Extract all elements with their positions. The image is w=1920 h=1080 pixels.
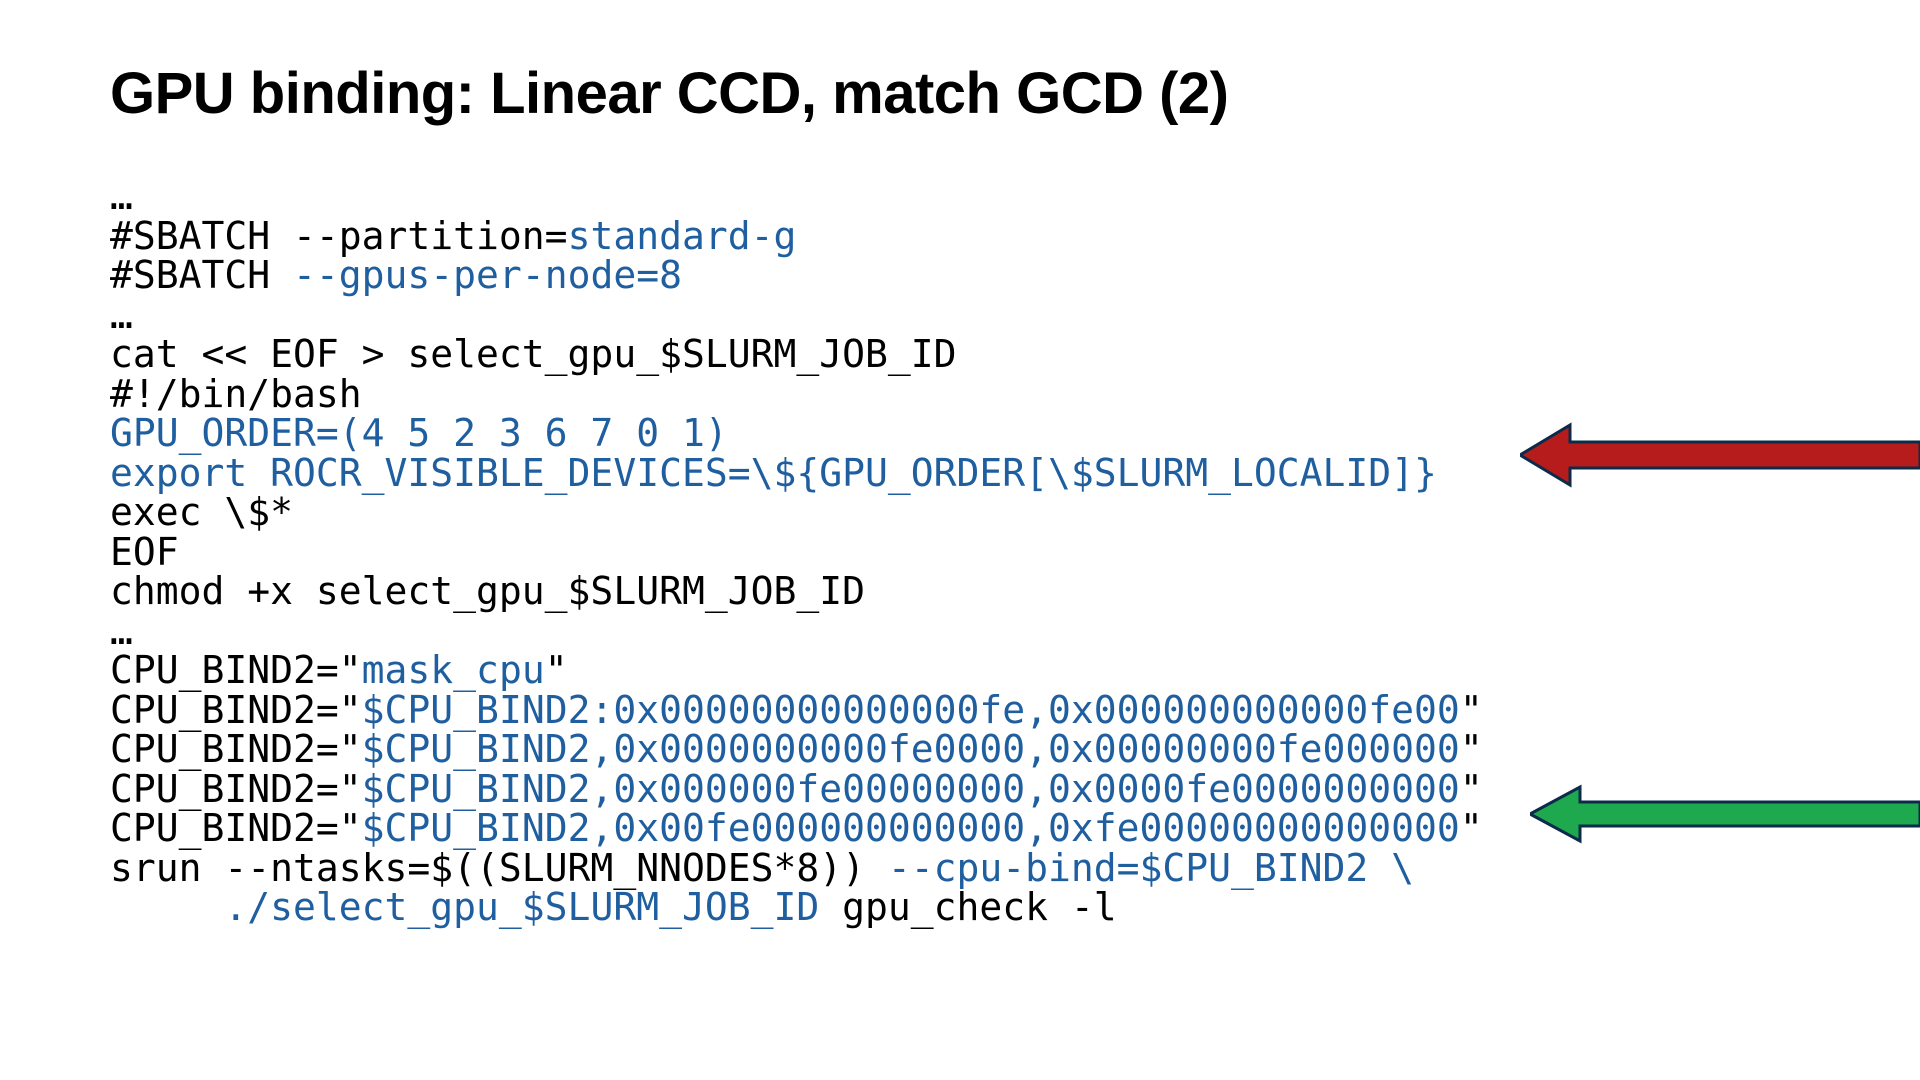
code-line: EOF [110, 530, 179, 574]
code-line: chmod +x select_gpu_$SLURM_JOB_ID [110, 569, 865, 613]
code-line: GPU_ORDER=(4 5 2 3 6 7 0 1) [110, 411, 728, 455]
code-line: ./select_gpu_$SLURM_JOB_ID gpu_check -l [110, 885, 1117, 929]
code-line: CPU_BIND2="$CPU_BIND2,0x00fe000000000000… [110, 806, 1483, 850]
code-line: exec \$* [110, 490, 293, 534]
code-line: … [110, 174, 133, 218]
code-line: CPU_BIND2="mask_cpu" [110, 648, 568, 692]
code-line: export ROCR_VISIBLE_DEVICES=\${GPU_ORDER… [110, 451, 1437, 495]
code-line: CPU_BIND2="$CPU_BIND2:0x00000000000000fe… [110, 688, 1483, 732]
slide-title: GPU binding: Linear CCD, match GCD (2) [110, 60, 1820, 127]
slide: GPU binding: Linear CCD, match GCD (2) …… [0, 0, 1920, 1080]
code-line: #SBATCH --partition=standard-g [110, 214, 796, 258]
code-line: cat << EOF > select_gpu_$SLURM_JOB_ID [110, 332, 956, 376]
code-line: CPU_BIND2="$CPU_BIND2,0x000000fe00000000… [110, 767, 1483, 811]
green-arrow-icon [1530, 784, 1920, 844]
red-arrow-icon [1520, 420, 1920, 490]
code-line: #SBATCH --gpus-per-node=8 [110, 253, 682, 297]
code-line: … [110, 293, 133, 337]
code-line: srun --ntasks=$((SLURM_NNODES*8)) --cpu-… [110, 846, 1414, 890]
code-line: #!/bin/bash [110, 372, 362, 416]
code-line: … [110, 609, 133, 653]
code-line: CPU_BIND2="$CPU_BIND2,0x0000000000fe0000… [110, 727, 1483, 771]
